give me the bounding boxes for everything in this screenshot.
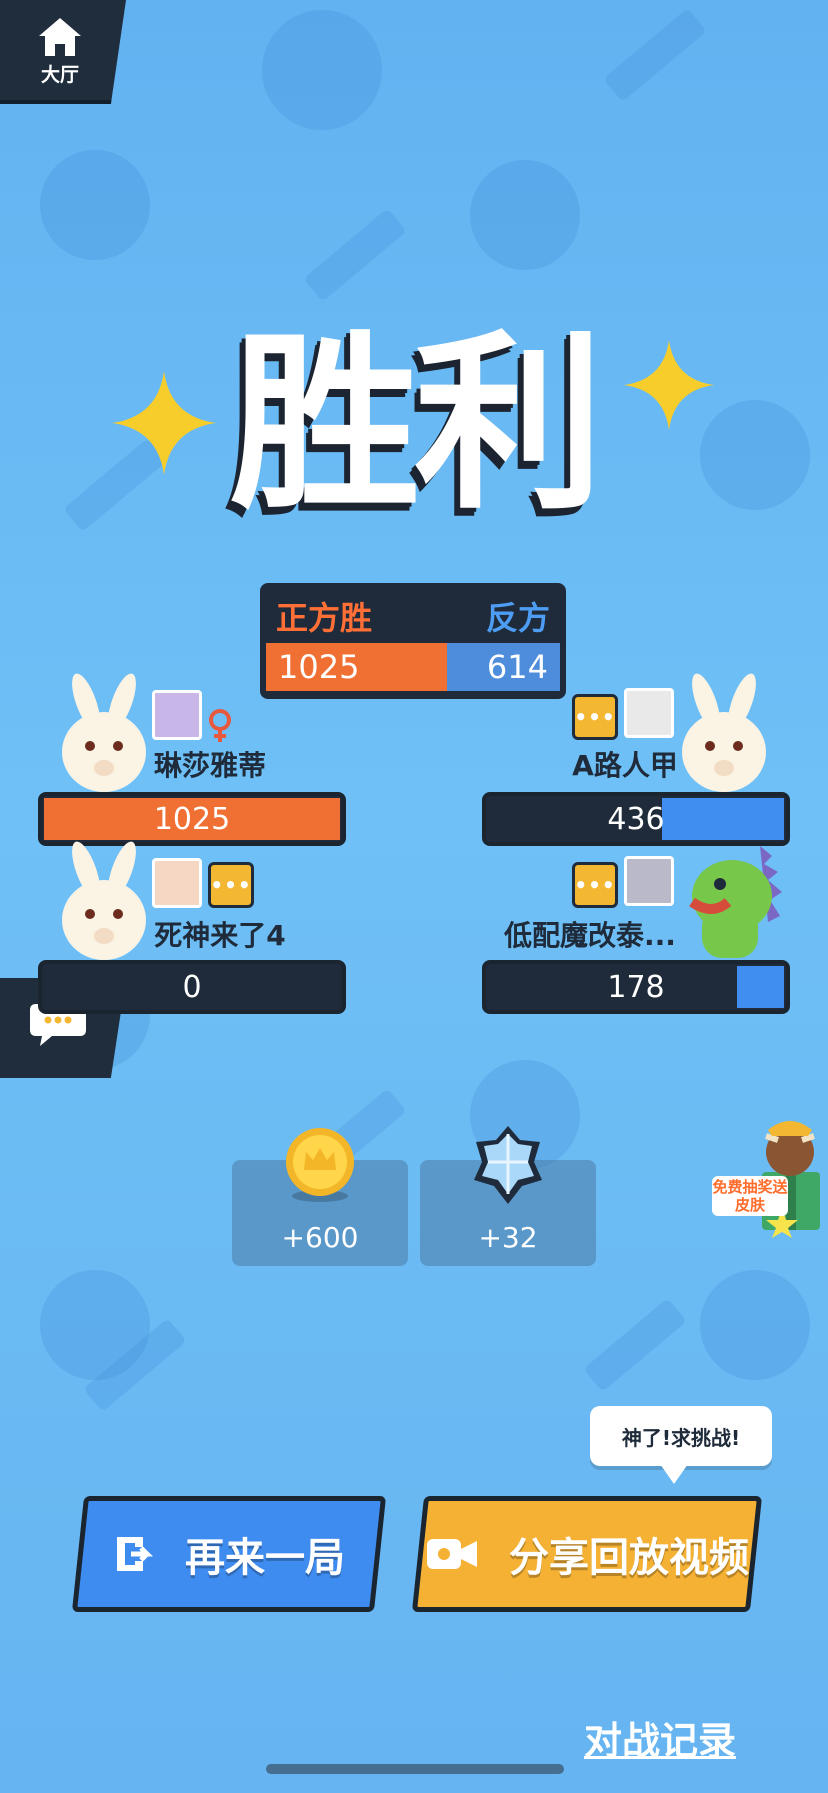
lobby-label: 大厅	[40, 64, 79, 86]
player-score: 1025	[153, 801, 231, 837]
female-icon	[209, 709, 231, 742]
battle-record-link[interactable]: 对战记录	[584, 1710, 736, 1765]
video-camera-icon	[427, 1539, 477, 1569]
player-score-bar: 178	[482, 960, 790, 1014]
share-hint-bubble: 神了!求挑战!	[590, 1406, 772, 1484]
promo-label: 免费抽奖送皮肤	[712, 1176, 788, 1216]
player-avatar[interactable]	[624, 688, 674, 738]
bull-gift-icon	[762, 1121, 820, 1238]
home-icon	[39, 18, 81, 56]
con-team-label: 反方	[485, 599, 550, 637]
share-replay-label: 分享回放视频	[509, 1535, 749, 1581]
player-avatar[interactable]	[152, 690, 202, 740]
player-tag: •••	[208, 862, 254, 908]
player-tag: •••	[572, 694, 618, 740]
play-again-label: 再来一局	[185, 1535, 345, 1581]
player-name: A路人甲	[572, 749, 678, 782]
player-name: 琳莎雅蒂	[153, 749, 266, 782]
con-team-score: 614	[446, 643, 560, 691]
gem-reward-value: +32	[478, 1221, 538, 1254]
player-score-bar: 0	[38, 960, 346, 1014]
free-lottery-promo[interactable]: 免费抽奖送皮肤	[706, 1110, 828, 1240]
coin-reward: +600	[232, 1128, 408, 1266]
player-name: 低配魔改泰...	[504, 919, 676, 952]
home-indicator[interactable]	[266, 1764, 564, 1774]
coin-reward-value: +600	[281, 1221, 359, 1254]
pro-team-label: 正方胜	[276, 599, 373, 637]
gem-reward: +32	[420, 1126, 596, 1266]
player-score-bar: 1025	[38, 792, 346, 846]
player-score: 178	[607, 969, 665, 1005]
player-name: 死神来了4	[154, 919, 286, 952]
share-replay-button[interactable]: 分享回放视频	[411, 1496, 763, 1612]
player-avatar[interactable]	[624, 856, 674, 906]
lobby-button[interactable]: 大厅	[0, 0, 126, 104]
crown-coin-icon	[286, 1128, 354, 1202]
play-again-button[interactable]: 再来一局	[71, 1496, 387, 1612]
player-score: 0	[182, 969, 202, 1005]
player-tag: •••	[572, 862, 618, 908]
team-score-panel: 正方胜 反方 1025 614	[260, 583, 566, 699]
replay-icon	[117, 1537, 154, 1571]
team-score-bar: 1025 614	[266, 643, 560, 691]
victory-title: 胜利	[229, 314, 604, 535]
player-avatar[interactable]	[152, 858, 202, 908]
pro-team-score: 1025	[266, 643, 447, 691]
crystal-gem-icon	[474, 1126, 542, 1204]
